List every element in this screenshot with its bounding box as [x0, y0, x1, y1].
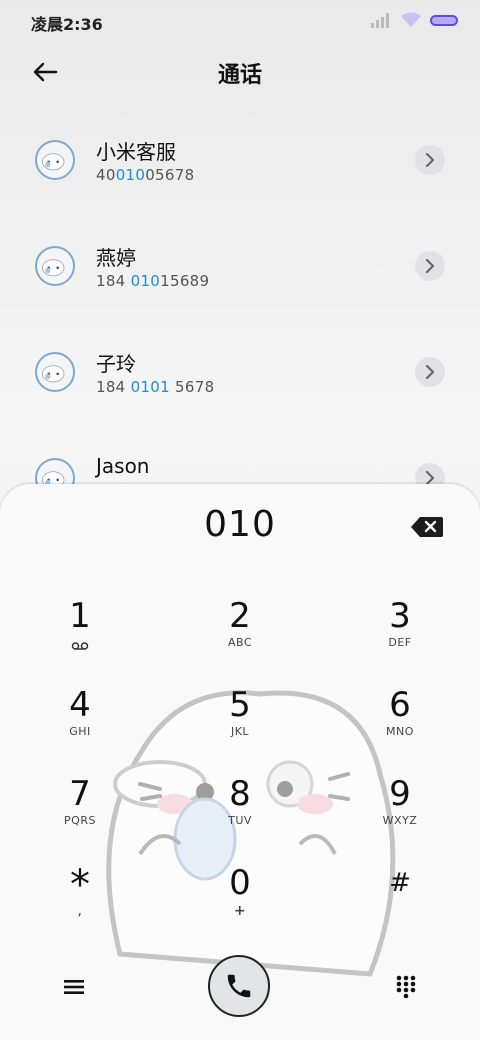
phone-icon: [227, 974, 251, 998]
avatar: [35, 246, 75, 286]
page-title: 通话: [217, 63, 262, 88]
contact-name: 子玲: [96, 352, 136, 376]
key-star[interactable]: * ,: [20, 863, 140, 943]
key-7[interactable]: 7 PQRS: [20, 774, 140, 854]
wifi-icon: [401, 12, 421, 27]
key-3[interactable]: 3 DEF: [340, 596, 460, 676]
contact-row[interactable]: 小米客服 4001005678: [0, 140, 480, 220]
contact-detail-button[interactable]: [415, 251, 445, 281]
contact-name: 小米客服: [96, 140, 176, 164]
chevron-right-icon: [425, 153, 435, 167]
header: 通话: [0, 48, 480, 96]
key-8[interactable]: 8 TUV: [180, 774, 300, 854]
key-9[interactable]: 9 WXYZ: [340, 774, 460, 854]
key-1[interactable]: 1: [20, 596, 140, 676]
contact-number: 184 01015689: [96, 272, 210, 290]
contact-number: 184 0101 5678: [96, 378, 215, 396]
menu-icon: [64, 980, 84, 994]
menu-button[interactable]: [58, 971, 90, 1003]
keypad-icon: [396, 975, 416, 999]
contact-row[interactable]: 燕婷 184 01015689: [0, 246, 480, 326]
contact-detail-button[interactable]: [415, 357, 445, 387]
chevron-right-icon: [425, 471, 435, 485]
avatar: [35, 352, 75, 392]
contact-name: Jason: [96, 454, 150, 478]
status-bar: 凌晨2:36: [0, 0, 480, 44]
chevron-right-icon: [425, 259, 435, 273]
key-6[interactable]: 6 MNO: [340, 685, 460, 765]
key-4[interactable]: 4 GHI: [20, 685, 140, 765]
contact-number: 4001005678: [96, 166, 195, 184]
key-2[interactable]: 2 ABC: [180, 596, 300, 676]
status-icons: [370, 12, 458, 28]
status-time: 凌晨2:36: [31, 15, 103, 34]
signal-icon: [371, 13, 389, 28]
dialer-panel: 010 1 2 ABC 3 DEF 4 GHI 5 JKL 6 MNO 7 PQ…: [0, 484, 480, 1040]
call-button[interactable]: [208, 955, 270, 1017]
contact-row[interactable]: 子玲 184 0101 5678: [0, 352, 480, 432]
chevron-right-icon: [425, 365, 435, 379]
contact-detail-button[interactable]: [415, 145, 445, 175]
backspace-button[interactable]: [410, 516, 444, 538]
dialed-number: 010: [204, 504, 276, 545]
hide-keypad-button[interactable]: [390, 971, 422, 1003]
battery-icon: [430, 14, 458, 26]
contact-name: 燕婷: [96, 246, 136, 270]
key-hash[interactable]: #: [340, 863, 460, 943]
key-0[interactable]: 0 +: [180, 863, 300, 943]
voicemail-icon: [71, 642, 89, 650]
avatar: [35, 140, 75, 180]
key-5[interactable]: 5 JKL: [180, 685, 300, 765]
